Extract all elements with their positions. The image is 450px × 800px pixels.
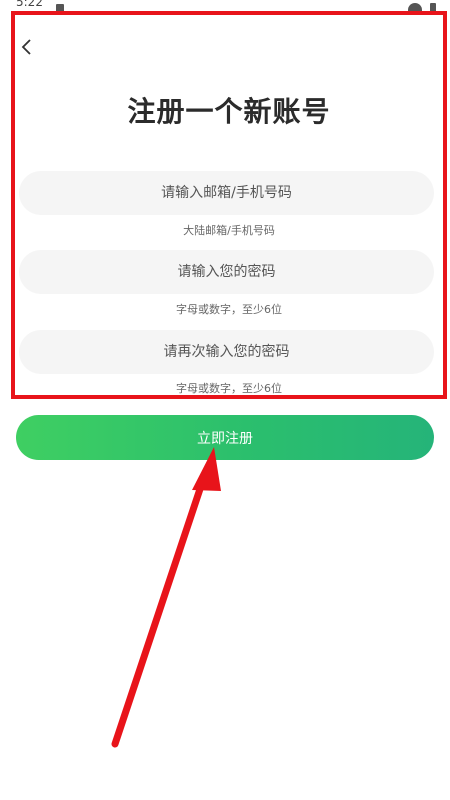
password-hint: 字母或数字，至少6位 bbox=[176, 303, 282, 316]
wifi-icon bbox=[408, 3, 422, 11]
password-input[interactable] bbox=[19, 250, 434, 294]
arrow-shaft bbox=[111, 476, 207, 748]
email-phone-input[interactable] bbox=[19, 171, 434, 215]
confirm-password-hint: 字母或数字，至少6位 bbox=[176, 382, 282, 395]
annotation-highlight-box: 注册一个新账号 大陆邮箱/手机号码 字母或数字，至少6位 字母或数字，至少6位 bbox=[11, 11, 447, 399]
email-phone-hint: 大陆邮箱/手机号码 bbox=[183, 224, 275, 237]
status-time: 5:22 bbox=[16, 0, 43, 9]
back-button[interactable] bbox=[19, 35, 35, 59]
page-title: 注册一个新账号 bbox=[127, 95, 331, 128]
register-button[interactable]: 立即注册 bbox=[16, 415, 434, 460]
confirm-password-input[interactable] bbox=[19, 330, 434, 374]
chevron-left-icon bbox=[21, 39, 31, 55]
